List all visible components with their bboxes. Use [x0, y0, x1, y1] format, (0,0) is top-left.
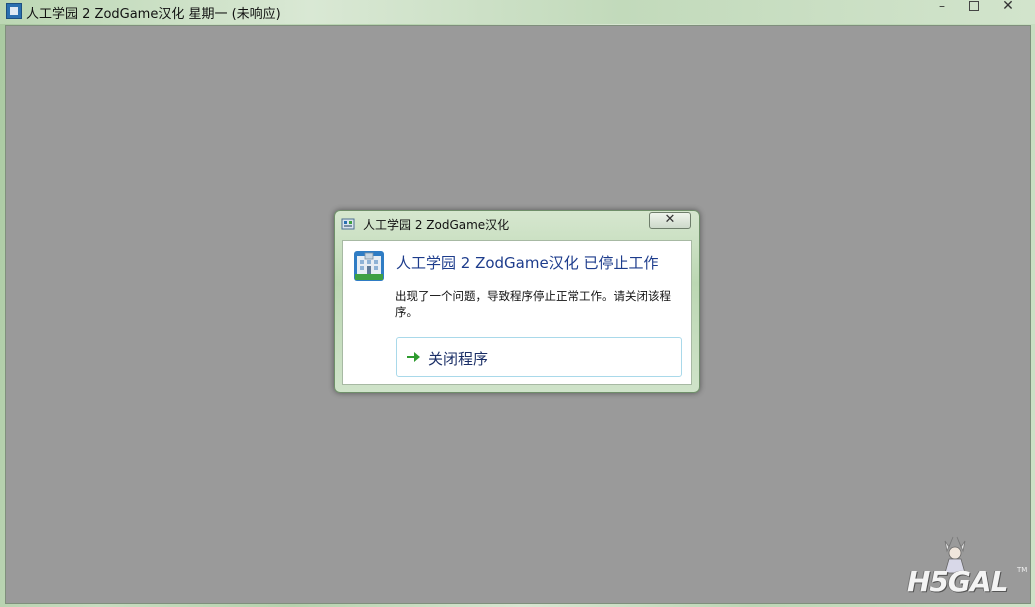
- maximize-button[interactable]: [962, 0, 986, 14]
- window-title: 人工学园 2 ZodGame汉化 星期一 (未响应): [26, 7, 281, 22]
- window-titlebar[interactable]: 人工学园 2 ZodGame汉化 星期一 (未响应) – ✕: [0, 0, 1035, 24]
- dialog-title: 人工学园 2 ZodGame汉化: [363, 218, 510, 232]
- error-headline: 人工学园 2 ZodGame汉化 已停止工作: [396, 254, 659, 272]
- watermark-trademark: TM: [1017, 566, 1028, 574]
- app-window-icon: [6, 3, 22, 19]
- error-dialog: 人工学园 2 ZodGame汉化 ✕ 人工学园 2 ZodGame汉化 已停止工…: [334, 210, 700, 393]
- error-description: 出现了一个问题，导致程序停止正常工作。请关闭该程序。: [395, 289, 671, 319]
- minimize-button[interactable]: –: [930, 0, 954, 14]
- app-small-icon: [341, 218, 355, 230]
- watermark-logo-text: H5GAL: [907, 565, 1008, 598]
- dialog-body: 人工学园 2 ZodGame汉化 已停止工作 出现了一个问题，导致程序停止正常工…: [342, 240, 692, 385]
- close-program-button[interactable]: 关闭程序: [396, 337, 682, 377]
- program-building-icon: [354, 251, 384, 281]
- dialog-close-button[interactable]: ✕: [649, 212, 691, 229]
- maximize-icon: [969, 1, 979, 11]
- h5gal-watermark: H5GAL TM: [905, 535, 1027, 601]
- close-button[interactable]: ✕: [996, 0, 1020, 14]
- close-program-label: 关闭程序: [428, 350, 489, 368]
- green-arrow-icon: [407, 352, 420, 362]
